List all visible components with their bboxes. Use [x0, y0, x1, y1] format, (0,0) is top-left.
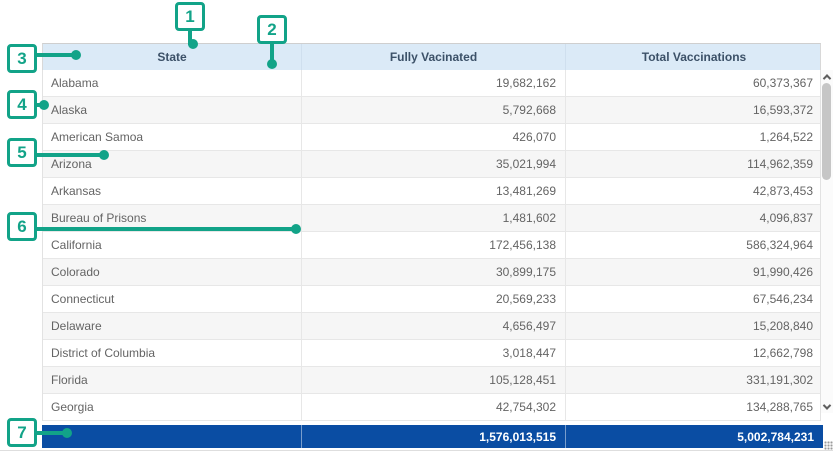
chevron-down-icon: [823, 401, 831, 409]
cell-state[interactable]: District of Columbia: [43, 340, 302, 366]
cell-fully-vacinated[interactable]: 20,569,233: [302, 286, 566, 312]
cell-fully-vacinated[interactable]: 172,456,138: [302, 232, 566, 258]
cell-fully-vacinated[interactable]: 4,656,497: [302, 313, 566, 339]
cell-total-vaccinations[interactable]: 331,191,302: [566, 367, 822, 393]
scrollbar-thumb[interactable]: [822, 83, 831, 180]
table-row[interactable]: Arizona35,021,994114,962,359: [43, 151, 820, 178]
callout-4-number: 4: [17, 95, 26, 115]
cell-state[interactable]: Arkansas: [43, 178, 302, 204]
callout-5-anchor-dot: [99, 150, 109, 160]
callout-4-badge: 4: [7, 90, 37, 119]
cell-state[interactable]: Colorado: [43, 259, 302, 285]
cell-total-vaccinations[interactable]: 114,962,359: [566, 151, 822, 177]
cell-fully-vacinated[interactable]: 19,682,162: [302, 70, 566, 96]
cell-state[interactable]: Delaware: [43, 313, 302, 339]
callout-6-connector: [35, 227, 293, 231]
cell-state[interactable]: Alabama: [43, 70, 302, 96]
callout-1-anchor-dot: [188, 39, 198, 49]
cell-total-vaccinations[interactable]: 16,593,372: [566, 97, 822, 123]
callout-5-badge: 5: [7, 138, 37, 167]
cell-total-vaccinations[interactable]: 15,208,840: [566, 313, 822, 339]
callout-6-badge: 6: [7, 212, 37, 241]
cell-state[interactable]: Alaska: [43, 97, 302, 123]
cell-fully-vacinated[interactable]: 1,481,602: [302, 205, 566, 231]
callout-4-anchor-dot: [39, 100, 49, 110]
callout-3-connector: [35, 53, 73, 57]
callout-2-badge: 2: [257, 15, 287, 44]
callout-2-connector: [270, 43, 274, 60]
callout-5-number: 5: [17, 143, 26, 163]
table-row[interactable]: Alaska5,792,66816,593,372: [43, 97, 820, 124]
callout-5-connector: [35, 153, 101, 157]
cell-fully-vacinated[interactable]: 35,021,994: [302, 151, 566, 177]
callout-7-anchor-dot: [62, 428, 72, 438]
table-row[interactable]: Arkansas13,481,26942,873,453: [43, 178, 820, 205]
vertical-scrollbar[interactable]: [821, 70, 833, 413]
callout-6-anchor-dot: [291, 224, 301, 234]
resize-grip-icon[interactable]: [824, 441, 833, 450]
callout-2-anchor-dot: [267, 59, 277, 69]
table-row[interactable]: District of Columbia3,018,44712,662,798: [43, 340, 820, 367]
cell-total-vaccinations[interactable]: 4,096,837: [566, 205, 822, 231]
table-row[interactable]: Colorado30,899,17591,990,426: [43, 259, 820, 286]
table-header-row: State Fully Vacinated Total Vaccinations: [42, 43, 821, 70]
totals-fully-vacinated-cell: 1,576,013,515: [301, 425, 565, 448]
table-row[interactable]: Alabama19,682,16260,373,367: [43, 70, 820, 97]
cell-fully-vacinated[interactable]: 426,070: [302, 124, 566, 150]
table-row[interactable]: Delaware4,656,49715,208,840: [43, 313, 820, 340]
column-header-total-vaccinations[interactable]: Total Vaccinations: [566, 44, 822, 70]
table-row[interactable]: Connecticut20,569,23367,546,234: [43, 286, 820, 313]
table-row[interactable]: California172,456,138586,324,964: [43, 232, 820, 259]
cell-state[interactable]: Connecticut: [43, 286, 302, 312]
cell-total-vaccinations[interactable]: 91,990,426: [566, 259, 822, 285]
table-row[interactable]: American Samoa426,0701,264,522: [43, 124, 820, 151]
column-header-state[interactable]: State: [43, 44, 302, 70]
totals-total-vaccinations-cell: 5,002,784,231: [565, 425, 823, 448]
cell-total-vaccinations[interactable]: 12,662,798: [566, 340, 822, 366]
cell-total-vaccinations[interactable]: 134,288,765: [566, 394, 822, 420]
callout-3-anchor-dot: [71, 50, 81, 60]
chevron-up-icon: [823, 74, 831, 82]
cell-total-vaccinations[interactable]: 42,873,453: [566, 178, 822, 204]
cell-fully-vacinated[interactable]: 13,481,269: [302, 178, 566, 204]
scroll-down-button[interactable]: [821, 400, 833, 413]
cell-fully-vacinated[interactable]: 3,018,447: [302, 340, 566, 366]
callout-1-number: 1: [185, 7, 194, 27]
cell-state[interactable]: Florida: [43, 367, 302, 393]
callout-6-number: 6: [17, 217, 26, 237]
window-bottom-edge: [0, 450, 833, 451]
cell-state[interactable]: California: [43, 232, 302, 258]
cell-total-vaccinations[interactable]: 586,324,964: [566, 232, 822, 258]
cell-state[interactable]: American Samoa: [43, 124, 302, 150]
cell-fully-vacinated[interactable]: 42,754,302: [302, 394, 566, 420]
cell-total-vaccinations[interactable]: 1,264,522: [566, 124, 822, 150]
vaccination-table: State Fully Vacinated Total Vaccinations…: [42, 43, 821, 421]
cell-total-vaccinations[interactable]: 67,546,234: [566, 286, 822, 312]
callout-3-badge: 3: [7, 44, 37, 73]
callout-7-connector: [35, 431, 64, 435]
table-row[interactable]: Georgia42,754,302134,288,765: [43, 394, 820, 421]
totals-state-cell: [42, 425, 301, 448]
cell-total-vaccinations[interactable]: 60,373,367: [566, 70, 822, 96]
table-totals-row: 1,576,013,515 5,002,784,231: [42, 425, 823, 448]
cell-fully-vacinated[interactable]: 105,128,451: [302, 367, 566, 393]
scroll-up-button[interactable]: [821, 70, 833, 83]
table-body: Alabama19,682,16260,373,367Alaska5,792,6…: [42, 70, 821, 421]
callout-3-number: 3: [17, 49, 26, 69]
callout-7-number: 7: [17, 423, 26, 443]
cell-state[interactable]: Georgia: [43, 394, 302, 420]
callout-1-badge: 1: [175, 2, 205, 31]
cell-fully-vacinated[interactable]: 5,792,668: [302, 97, 566, 123]
column-header-fully-vacinated[interactable]: Fully Vacinated: [302, 44, 566, 70]
cell-fully-vacinated[interactable]: 30,899,175: [302, 259, 566, 285]
app-canvas: State Fully Vacinated Total Vaccinations…: [0, 0, 833, 453]
callout-2-number: 2: [267, 20, 276, 40]
callout-7-badge: 7: [7, 418, 37, 447]
table-row[interactable]: Florida105,128,451331,191,302: [43, 367, 820, 394]
